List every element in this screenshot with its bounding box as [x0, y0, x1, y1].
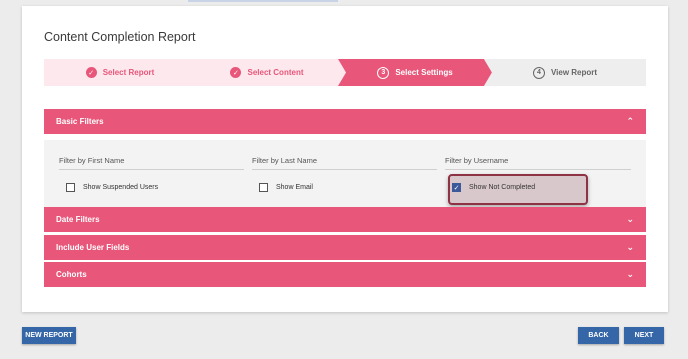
step-label: Select Content [247, 68, 304, 77]
step-label: Select Report [102, 68, 155, 77]
check-circle-icon: ✓ [86, 67, 97, 78]
show-suspended-users-checkbox[interactable]: Show Suspended Users [66, 183, 158, 192]
top-accent-bar [188, 0, 338, 2]
last-name-input[interactable] [252, 152, 437, 168]
show-not-completed-checkbox[interactable]: ✓ Show Not Completed [452, 183, 535, 192]
chevron-down-icon: ⌄ [626, 242, 634, 252]
section-date-filters[interactable]: Date Filters ⌄ [44, 207, 646, 232]
checkbox-label: Show Email [276, 184, 313, 191]
step-view-report[interactable]: 4 View Report [484, 59, 646, 86]
checkbox-box[interactable] [66, 183, 75, 192]
back-button[interactable]: BACK [578, 327, 619, 344]
checkbox-box[interactable] [259, 183, 268, 192]
section-basic-filters[interactable]: Basic Filters ⌃ [44, 109, 646, 134]
step-select-content[interactable]: ✓ Select Content [188, 59, 346, 86]
step-label: Select Settings [395, 68, 453, 77]
checkbox-label: Show Suspended Users [83, 184, 159, 191]
step-number-badge: 3 [377, 67, 389, 79]
checkbox-label: Show Not Completed [469, 184, 536, 191]
chevron-up-icon: ⌃ [626, 116, 634, 126]
report-card: Content Completion Report ✓ Select Repor… [22, 6, 668, 312]
section-label: Include User Fields [56, 243, 130, 252]
show-email-checkbox[interactable]: Show Email [259, 183, 313, 192]
basic-filters-panel: Show Suspended Users Show Email ✓ Show N… [44, 140, 646, 210]
section-label: Date Filters [56, 215, 100, 224]
section-label: Basic Filters [56, 117, 104, 126]
checkmark-icon[interactable]: ✓ [452, 183, 461, 192]
check-circle-icon: ✓ [230, 67, 241, 78]
page-title: Content Completion Report [44, 30, 196, 44]
first-name-field [59, 152, 244, 170]
chevron-down-icon: ⌄ [626, 214, 634, 224]
section-cohorts[interactable]: Cohorts ⌄ [44, 262, 646, 287]
step-select-settings[interactable]: 3 Select Settings [338, 59, 492, 86]
chevron-down-icon: ⌄ [626, 269, 634, 279]
last-name-field [252, 152, 437, 170]
first-name-input[interactable] [59, 152, 244, 168]
wizard-stepper: ✓ Select Report ✓ Select Content 3 Selec… [44, 59, 646, 86]
step-number-badge: 4 [532, 66, 545, 79]
username-field [445, 152, 631, 170]
username-input[interactable] [445, 152, 631, 168]
section-include-user-fields[interactable]: Include User Fields ⌄ [44, 235, 646, 260]
step-select-report[interactable]: ✓ Select Report [44, 59, 196, 86]
section-label: Cohorts [56, 270, 87, 279]
new-report-button[interactable]: NEW REPORT [22, 327, 76, 344]
step-label: View Report [550, 68, 598, 77]
next-button[interactable]: NEXT [624, 327, 664, 344]
